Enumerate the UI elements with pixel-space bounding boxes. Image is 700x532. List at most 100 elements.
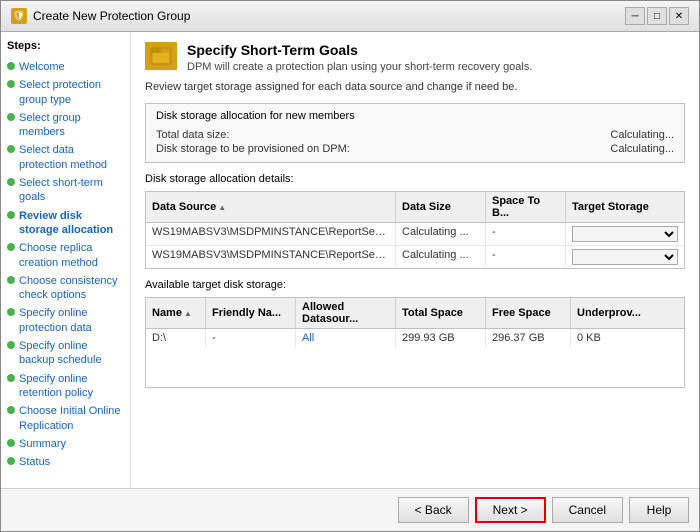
main-content: Specify Short-Term Goals DPM will create… xyxy=(131,32,699,488)
disk-provision-value: Calculating... xyxy=(610,143,674,155)
disk-allocation-title: Disk storage allocation for new members xyxy=(156,110,674,122)
target-storage-select[interactable] xyxy=(572,249,678,265)
sidebar-item-label: Specify online protection data xyxy=(19,306,124,335)
col-header-underprov: Underprov... xyxy=(571,298,684,328)
sidebar-item-label: Choose replica creation method xyxy=(19,241,124,270)
sidebar-item-8[interactable]: Specify online protection data xyxy=(7,306,124,335)
col-header-friendly: Friendly Na... xyxy=(206,298,296,328)
sidebar-item-label: Choose consistency check options xyxy=(19,274,124,303)
td-datasource: WS19MABSV3\MSDPMINSTANCE\ReportServe... xyxy=(146,246,396,268)
sidebar-item-0[interactable]: Welcome xyxy=(7,60,124,74)
title-bar: 🛡 Create New Protection Group ─ □ ✕ xyxy=(1,1,699,32)
td-name: D:\ xyxy=(146,329,206,347)
table-row: WS19MABSV3\MSDPMINSTANCE\ReportServe... … xyxy=(146,223,684,246)
td-targetstorage[interactable] xyxy=(566,246,684,268)
allocation-table-header: Data Source ▲ Data Size Space To B... Ta… xyxy=(146,192,684,223)
available-storage-section: Available target disk storage: Name ▲ Fr… xyxy=(145,279,685,388)
sidebar-item-9[interactable]: Specify online backup schedule xyxy=(7,339,124,368)
sidebar-dot xyxy=(7,439,15,447)
sidebar-item-7[interactable]: Choose consistency check options xyxy=(7,274,124,303)
next-button[interactable]: Next > xyxy=(475,497,546,523)
sidebar-item-2[interactable]: Select group members xyxy=(7,111,124,140)
sidebar-item-4[interactable]: Select short-term goals xyxy=(7,176,124,205)
total-data-size-label: Total data size: xyxy=(156,129,229,141)
td-datasize: Calculating ... xyxy=(396,223,486,245)
sidebar-item-12[interactable]: Summary xyxy=(7,437,124,451)
allocation-details-title: Disk storage allocation details: xyxy=(145,173,685,185)
col-header-datasource: Data Source ▲ xyxy=(146,192,396,222)
page-subtitle: DPM will create a protection plan using … xyxy=(187,61,532,73)
sidebar-dot xyxy=(7,341,15,349)
td-allowed: All xyxy=(296,329,396,347)
sidebar-dot xyxy=(7,113,15,121)
available-storage-title: Available target disk storage: xyxy=(145,279,685,291)
sidebar-dot xyxy=(7,80,15,88)
maximize-button[interactable]: □ xyxy=(647,7,667,25)
sidebar-dot xyxy=(7,457,15,465)
sidebar-item-label: Specify online backup schedule xyxy=(19,339,124,368)
td-friendly: - xyxy=(206,329,296,347)
page-header: Specify Short-Term Goals DPM will create… xyxy=(145,42,685,73)
sidebar-item-label: Select data protection method xyxy=(19,143,124,172)
sidebar-item-10[interactable]: Specify online retention policy xyxy=(7,372,124,401)
table-row: WS19MABSV3\MSDPMINSTANCE\ReportServe... … xyxy=(146,246,684,268)
sidebar-dot xyxy=(7,145,15,153)
description-text: Review target storage assigned for each … xyxy=(145,81,685,93)
sidebar-item-label: Specify online retention policy xyxy=(19,372,124,401)
avail-table-header: Name ▲ Friendly Na... Allowed Datasour..… xyxy=(146,298,684,329)
td-freespace: 296.37 GB xyxy=(486,329,571,347)
td-datasize: Calculating ... xyxy=(396,246,486,268)
sidebar-dot xyxy=(7,374,15,382)
sidebar-dot xyxy=(7,308,15,316)
disk-allocation-box: Disk storage allocation for new members … xyxy=(145,103,685,163)
col-header-spacetob: Space To B... xyxy=(486,192,566,222)
sort-icon: ▲ xyxy=(218,203,226,212)
window-title: Create New Protection Group xyxy=(33,9,619,23)
sidebar: Steps: Welcome Select protection group ty… xyxy=(1,32,131,488)
col-header-freespace: Free Space xyxy=(486,298,571,328)
disk-provision-label: Disk storage to be provisioned on DPM: xyxy=(156,143,350,155)
close-button[interactable]: ✕ xyxy=(669,7,689,25)
sidebar-dot xyxy=(7,406,15,414)
sort-icon-name: ▲ xyxy=(184,309,192,318)
cancel-button[interactable]: Cancel xyxy=(552,497,623,523)
col-header-datasize: Data Size xyxy=(396,192,486,222)
steps-label: Steps: xyxy=(7,40,124,52)
sidebar-item-6[interactable]: Choose replica creation method xyxy=(7,241,124,270)
sidebar-item-1[interactable]: Select protection group type xyxy=(7,78,124,107)
page-title: Specify Short-Term Goals xyxy=(187,42,532,58)
td-underprov: 0 KB xyxy=(571,329,684,347)
sidebar-item-label: Select short-term goals xyxy=(19,176,124,205)
sidebar-dot xyxy=(7,276,15,284)
td-spacetob: - xyxy=(486,223,566,245)
sidebar-item-3[interactable]: Select data protection method xyxy=(7,143,124,172)
target-storage-select[interactable] xyxy=(572,226,678,242)
sidebar-item-5[interactable]: Review disk storage allocation xyxy=(7,209,124,238)
content-area: Steps: Welcome Select protection group ty… xyxy=(1,32,699,488)
sidebar-item-label: Summary xyxy=(19,437,66,451)
header-icon xyxy=(145,42,177,70)
td-datasource: WS19MABSV3\MSDPMINSTANCE\ReportServe... xyxy=(146,223,396,245)
available-storage-table: Name ▲ Friendly Na... Allowed Datasour..… xyxy=(145,297,685,388)
sidebar-dot xyxy=(7,211,15,219)
sidebar-item-label: Welcome xyxy=(19,60,65,74)
main-window: 🛡 Create New Protection Group ─ □ ✕ Step… xyxy=(0,0,700,532)
sidebar-dot xyxy=(7,62,15,70)
help-button[interactable]: Help xyxy=(629,497,689,523)
sidebar-item-label: Select group members xyxy=(19,111,124,140)
back-button[interactable]: < Back xyxy=(398,497,469,523)
minimize-button[interactable]: ─ xyxy=(625,7,645,25)
sidebar-dot xyxy=(7,178,15,186)
td-targetstorage[interactable] xyxy=(566,223,684,245)
window-icon: 🛡 xyxy=(11,8,27,24)
col-header-name: Name ▲ xyxy=(146,298,206,328)
sidebar-item-13[interactable]: Status xyxy=(7,455,124,469)
footer: < Back Next > Cancel Help xyxy=(1,488,699,531)
col-header-targetstorage: Target Storage xyxy=(566,192,684,222)
td-totalspace: 299.93 GB xyxy=(396,329,486,347)
sidebar-item-11[interactable]: Choose Initial Online Replication xyxy=(7,404,124,433)
sidebar-item-label: Select protection group type xyxy=(19,78,124,107)
disk-provision-row: Disk storage to be provisioned on DPM: C… xyxy=(156,142,674,156)
title-bar-controls: ─ □ ✕ xyxy=(625,7,689,25)
avail-table-row: D:\ - All 299.93 GB 296.37 GB 0 KB xyxy=(146,329,684,347)
